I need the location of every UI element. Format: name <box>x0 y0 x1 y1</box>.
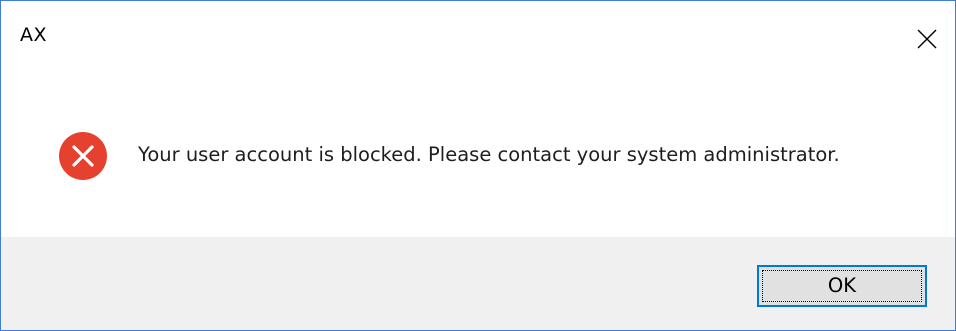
button-bar: OK <box>1 237 955 330</box>
ok-button[interactable]: OK <box>757 265 927 307</box>
close-button[interactable] <box>899 1 955 77</box>
error-icon <box>59 132 107 180</box>
window-title: AX <box>20 24 48 46</box>
title-bar: AX <box>1 1 955 77</box>
error-message: Your user account is blocked. Please con… <box>138 143 840 166</box>
dialog-window: AX Your user account is blocked. Please … <box>0 0 956 331</box>
close-icon <box>917 29 937 49</box>
dialog-content: Your user account is blocked. Please con… <box>1 77 955 237</box>
ok-button-label: OK <box>827 274 857 297</box>
